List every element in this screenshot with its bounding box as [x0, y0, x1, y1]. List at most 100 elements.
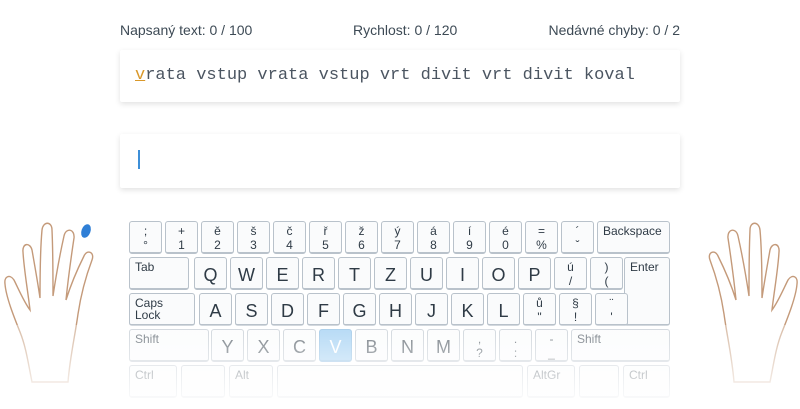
key-label: Shift	[135, 332, 160, 346]
typing-input[interactable]	[120, 134, 680, 188]
key-m[interactable]: M	[427, 329, 460, 362]
key-r[interactable]: R	[302, 257, 335, 290]
key-letter: F	[318, 301, 329, 321]
key-label: Backspace	[603, 224, 662, 238]
key-j[interactable]: J	[415, 293, 448, 326]
key-bottom-symbol: %	[536, 238, 547, 252]
menu-key[interactable]	[579, 365, 619, 398]
key-u[interactable]: U	[410, 257, 443, 290]
key-letter: B	[365, 337, 378, 357]
key-top-symbol: ě	[214, 224, 221, 238]
key-symbol[interactable]: §!	[559, 293, 592, 326]
left-index-finger-marker	[81, 224, 91, 238]
key-label: Ctrl	[135, 368, 154, 382]
key-4[interactable]: č4	[273, 221, 306, 254]
key-%[interactable]: =%	[525, 221, 558, 254]
key-top-symbol: -	[549, 332, 554, 346]
key-5[interactable]: ř5	[309, 221, 342, 254]
right-shift-key[interactable]: Shift	[571, 329, 670, 362]
caps-lock-key[interactable]: Caps Lock	[129, 293, 195, 326]
key-bottom-symbol: _	[548, 346, 555, 360]
key-letter: P	[528, 265, 541, 285]
key-bottom-symbol: '	[610, 310, 613, 324]
key-letter: T	[349, 265, 360, 285]
space-key[interactable]	[277, 365, 523, 398]
key-top-symbol: ,	[477, 332, 482, 346]
key-1[interactable]: +1	[165, 221, 198, 254]
key-symbol[interactable]: ¨ '	[595, 293, 628, 326]
enter-key[interactable]: Enter	[624, 257, 670, 326]
key-letter: K	[461, 301, 474, 321]
key-ˇ[interactable]: ´ ˇ	[561, 221, 594, 254]
key-symbol[interactable]: .:	[499, 329, 532, 362]
key-letter: U	[420, 265, 433, 285]
left-shift-key[interactable]: Shift	[129, 329, 209, 362]
key-letter: G	[352, 301, 367, 321]
win-key[interactable]	[181, 365, 225, 398]
key-b[interactable]: B	[355, 329, 388, 362]
key-d[interactable]: D	[271, 293, 304, 326]
key-p[interactable]: P	[518, 257, 551, 290]
key-label: Ctrl	[629, 368, 648, 382]
key-bottom-symbol: 2	[214, 238, 221, 252]
key-7[interactable]: ý7	[381, 221, 414, 254]
key-symbol[interactable]: ú /	[554, 257, 587, 290]
key-top-symbol: ž	[358, 224, 365, 238]
key-bottom-symbol: 9	[466, 238, 473, 252]
key-°[interactable]: ; °	[129, 221, 162, 254]
key-symbol[interactable]: - _	[535, 329, 568, 362]
key-9[interactable]: í9	[453, 221, 486, 254]
key-c[interactable]: C	[283, 329, 316, 362]
key-bottom-symbol: !	[573, 310, 578, 324]
speed-stat: Rychlost: 0 / 120	[353, 22, 458, 38]
key-top-symbol: š	[250, 224, 257, 238]
key-q[interactable]: Q	[194, 257, 227, 290]
key-h[interactable]: H	[379, 293, 412, 326]
key-o[interactable]: O	[482, 257, 515, 290]
key-g[interactable]: G	[343, 293, 376, 326]
key-l[interactable]: L	[487, 293, 520, 326]
alt-key[interactable]: Alt	[229, 365, 273, 398]
key-symbol[interactable]: )(	[590, 257, 623, 290]
backspace-key[interactable]: Backspace	[597, 221, 670, 254]
key-top-symbol: ř	[323, 224, 328, 238]
key-8[interactable]: á8	[417, 221, 450, 254]
key-w[interactable]: W	[230, 257, 263, 290]
key-s[interactable]: S	[235, 293, 268, 326]
altgr-key[interactable]: AltGr	[527, 365, 575, 398]
key-symbol[interactable]: ů "	[523, 293, 556, 326]
key-symbol[interactable]: ,?	[463, 329, 496, 362]
right-hand-icon	[708, 222, 798, 383]
key-f[interactable]: F	[307, 293, 340, 326]
key-top-symbol: ý	[394, 224, 401, 238]
key-a[interactable]: A	[199, 293, 232, 326]
key-6[interactable]: ž6	[345, 221, 378, 254]
typed-text-stat: Napsaný text: 0 / 100	[120, 22, 253, 38]
key-label: AltGr	[533, 368, 561, 382]
key-bottom-symbol: ˇ	[575, 238, 580, 252]
right-ctrl-key[interactable]: Ctrl	[623, 365, 670, 398]
key-y[interactable]: Y	[211, 329, 244, 362]
key-e[interactable]: E	[266, 257, 299, 290]
key-label: Tab	[135, 260, 155, 274]
left-ctrl-key[interactable]: Ctrl	[129, 365, 177, 398]
tab-key[interactable]: Tab	[129, 257, 189, 290]
key-i[interactable]: I	[446, 257, 479, 290]
key-top-symbol: ´	[575, 224, 580, 238]
key-letter: Z	[385, 265, 396, 285]
key-v[interactable]: V	[319, 329, 352, 362]
key-letter: L	[498, 301, 509, 321]
key-x[interactable]: X	[247, 329, 280, 362]
key-3[interactable]: š3	[237, 221, 270, 254]
key-top-symbol: á	[430, 224, 437, 238]
key-t[interactable]: T	[338, 257, 371, 290]
key-k[interactable]: K	[451, 293, 484, 326]
key-0[interactable]: é0	[489, 221, 522, 254]
key-top-symbol: +	[177, 224, 185, 238]
key-label: Alt	[235, 368, 250, 382]
key-n[interactable]: N	[391, 329, 424, 362]
key-label: Caps Lock	[135, 296, 164, 322]
key-2[interactable]: ě2	[201, 221, 234, 254]
key-top-symbol: ;	[143, 224, 148, 238]
key-z[interactable]: Z	[374, 257, 407, 290]
